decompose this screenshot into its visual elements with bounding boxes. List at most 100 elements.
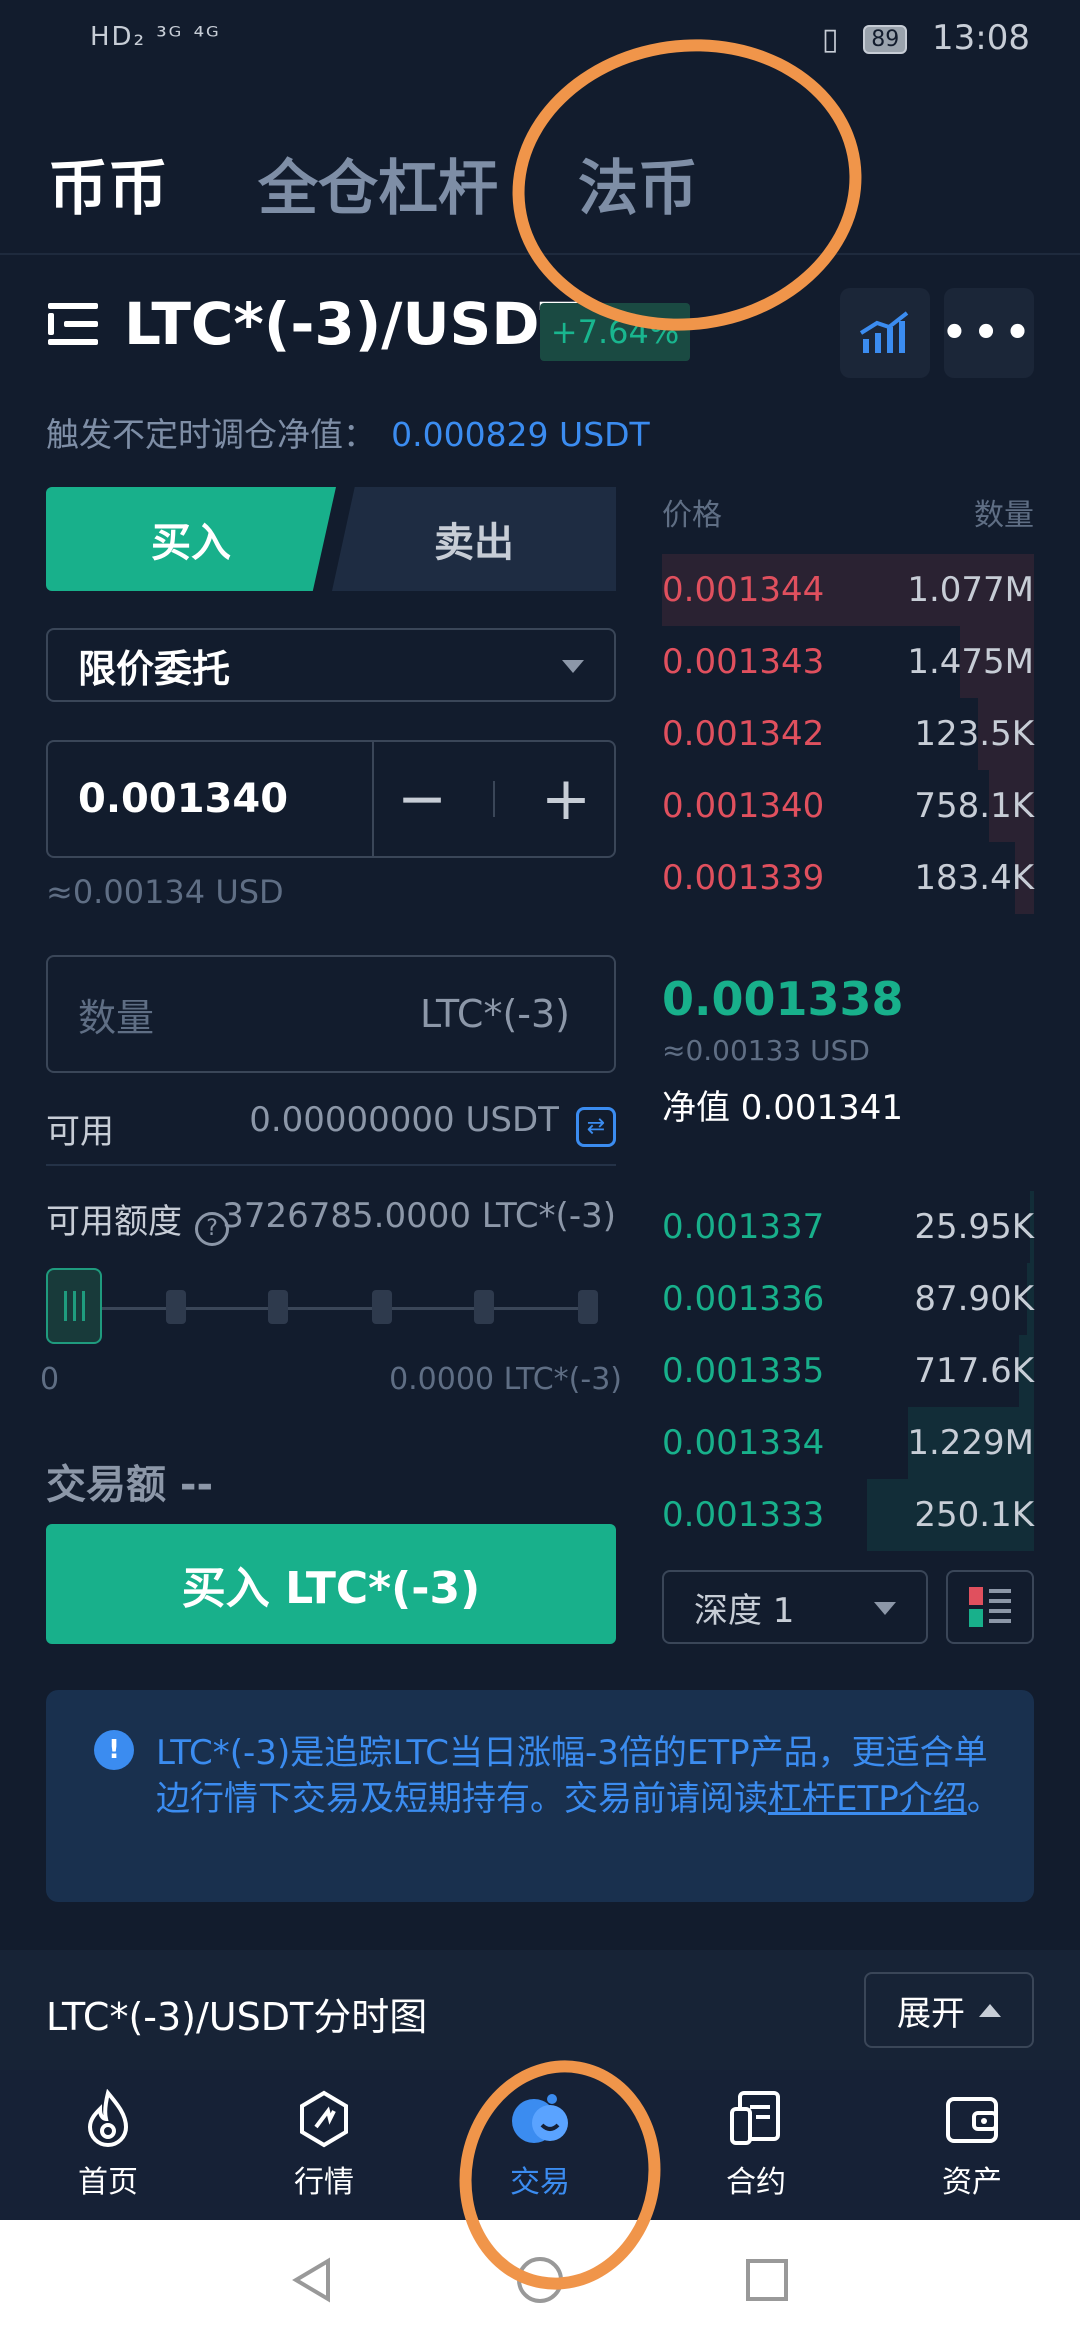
ob-qty-header: 数量 <box>974 498 1034 533</box>
ask-row[interactable]: 0.001344 1.077M <box>662 554 1034 626</box>
bid-row[interactable]: 0.001337 25.95K <box>662 1191 1034 1263</box>
etp-notice: ! LTC*(-3)是追踪LTC当日涨幅-3倍的ETP产品，更适合单边行情下交易… <box>46 1690 1034 1902</box>
ask-row[interactable]: 0.001342 123.5K <box>662 698 1034 770</box>
dropdown-caret-icon <box>562 660 584 673</box>
price-value[interactable]: 0.001340 <box>48 742 374 856</box>
nav-market[interactable]: 行情 <box>224 2089 424 2201</box>
bid-row[interactable]: 0.001336 87.90K <box>662 1263 1034 1335</box>
ask-row[interactable]: 0.001343 1.475M <box>662 626 1034 698</box>
nav-assets-label: 资产 <box>942 2165 1002 2200</box>
notice-end: 。 <box>966 1779 1001 1819</box>
battery-icon: 89 <box>863 25 908 54</box>
pair-name: LTC*(-3)/USDT <box>124 290 580 358</box>
tab-cross-margin[interactable]: 全仓杠杆 <box>258 140 498 227</box>
last-price[interactable]: 0.001338 <box>662 972 904 1026</box>
more-button[interactable]: ••• <box>941 288 1037 378</box>
nav-trade[interactable]: 交易 <box>440 2089 640 2201</box>
ask-price: 0.001344 <box>662 570 825 610</box>
back-icon[interactable] <box>288 2255 338 2305</box>
change-badge: +7.64% <box>540 303 690 361</box>
vibrate-icon: ▯ <box>821 22 839 57</box>
sell-tab-button[interactable]: 卖出 <box>332 487 616 591</box>
submit-buy-button[interactable]: 买入 LTC*(-3) <box>46 1524 616 1644</box>
market-icon <box>300 2090 348 2148</box>
slider-step[interactable] <box>578 1290 598 1324</box>
bid-qty: 717.6K <box>914 1351 1034 1391</box>
buy-tab-button[interactable]: 买入 <box>46 487 336 591</box>
plus-button[interactable]: + <box>541 764 591 834</box>
nav-label: 触发不定时调仓净值： <box>46 415 376 454</box>
order-type-value: 限价委托 <box>78 646 231 691</box>
depth-value: 深度 1 <box>694 1590 795 1631</box>
depth-select[interactable]: 深度 1 <box>662 1570 928 1644</box>
quantity-input[interactable]: 数量 LTC*(-3) <box>46 955 616 1073</box>
nav-market-label: 行情 <box>294 2165 354 2200</box>
home-icon[interactable] <box>515 2255 565 2305</box>
slider-step[interactable] <box>268 1290 288 1324</box>
orderbook-layout-button[interactable] <box>946 1570 1034 1644</box>
bid-qty: 25.95K <box>914 1207 1034 1247</box>
available-row: 0.00000000 USDT ⇄ <box>249 1100 616 1147</box>
ask-qty: 123.5K <box>914 714 1034 754</box>
nav-trade-label: 交易 <box>510 2165 570 2200</box>
limit-row: 可用额度 ? <box>46 1194 230 1246</box>
order-type-select[interactable]: 限价委托 <box>46 628 616 702</box>
slider-step[interactable] <box>372 1290 392 1324</box>
ask-price: 0.001342 <box>662 714 825 754</box>
available-value: 0.00000000 USDT <box>249 1100 559 1140</box>
net-value: 净值 0.001341 <box>662 1088 904 1128</box>
menu-icon <box>48 303 98 345</box>
bid-row[interactable]: 0.001334 1.229M <box>662 1407 1034 1479</box>
clock: 13:08 <box>932 18 1030 58</box>
network-indicators: HD₂ ³ᴳ ⁴ᴳ <box>90 22 221 52</box>
quantity-placeholder: 数量 <box>78 995 155 1040</box>
trade-amount: 交易额 -- <box>46 1462 214 1508</box>
slider-step[interactable] <box>474 1290 494 1324</box>
kline-chart-icon <box>859 311 909 353</box>
minus-button[interactable]: − <box>397 764 447 834</box>
bid-qty: 1.229M <box>907 1423 1034 1463</box>
notice-text: LTC*(-3)是追踪LTC当日涨幅-3倍的ETP产品，更适合单边行情下交易及短… <box>156 1730 1006 1822</box>
available-label: 可用 <box>46 1112 114 1152</box>
flame-icon <box>87 2089 129 2147</box>
price-input[interactable]: 0.001340 − + <box>46 740 616 858</box>
tab-spot[interactable]: 币币 <box>48 140 168 227</box>
status-bar: HD₂ ³ᴳ ⁴ᴳ ▯ 89 13:08 <box>0 0 1080 84</box>
more-icon: ••• <box>941 310 1037 356</box>
quantity-unit: LTC*(-3) <box>420 992 570 1036</box>
status-right: ▯ 89 13:08 <box>822 18 1030 58</box>
recents-icon[interactable] <box>742 2255 792 2305</box>
bid-row[interactable]: 0.001335 717.6K <box>662 1335 1034 1407</box>
nav-assets[interactable]: 资产 <box>872 2089 1072 2201</box>
bid-price: 0.001333 <box>662 1495 825 1535</box>
expand-button[interactable]: 展开 <box>864 1972 1034 2048</box>
transfer-icon[interactable]: ⇄ <box>576 1106 616 1147</box>
slider-step[interactable] <box>166 1290 186 1324</box>
chart-title: LTC*(-3)/USDT分时图 <box>46 1995 428 2039</box>
ask-price: 0.001339 <box>662 858 825 898</box>
nav-contract-label: 合约 <box>726 2165 786 2200</box>
bid-row[interactable]: 0.001333 250.1K <box>662 1479 1034 1551</box>
slider-handle[interactable] <box>46 1268 102 1344</box>
orderbook-layout-icon <box>969 1587 1011 1627</box>
divider <box>46 1164 616 1166</box>
ask-qty: 1.475M <box>907 642 1034 682</box>
chart-button[interactable] <box>840 288 930 378</box>
nav-home[interactable]: 首页 <box>8 2089 208 2201</box>
tab-fiat[interactable]: 法币 <box>578 140 698 227</box>
ask-row[interactable]: 0.001339 183.4K <box>662 842 1034 914</box>
bid-price: 0.001337 <box>662 1207 825 1247</box>
trade-icon <box>512 2094 568 2143</box>
nav-value: 0.000829 USDT <box>391 415 650 454</box>
nav-contract[interactable]: 合约 <box>656 2089 856 2201</box>
slider-max: 0.0000 LTC*(-3) <box>389 1362 622 1397</box>
pair-selector[interactable]: LTC*(-3)/USDT <box>48 290 579 358</box>
dropdown-caret-icon <box>874 1602 896 1615</box>
last-price-approx: ≈0.00133 USD <box>662 1034 870 1067</box>
slider-min: 0 <box>40 1362 60 1397</box>
ask-qty: 183.4K <box>914 858 1034 898</box>
ask-row[interactable]: 0.001340 758.1K <box>662 770 1034 842</box>
wallet-icon <box>946 2097 998 2143</box>
etp-intro-link[interactable]: 杠杆ETP介绍 <box>768 1779 967 1819</box>
nav-row: 触发不定时调仓净值： 0.000829 USDT <box>46 408 650 456</box>
